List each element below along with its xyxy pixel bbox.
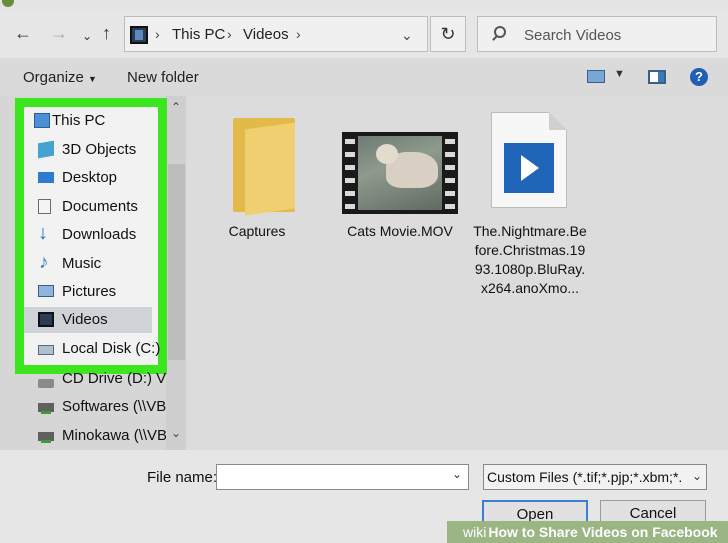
nav-item-minokawa[interactable]: Minokawa (\\VBc <box>0 423 166 449</box>
organize-label: Organize <box>23 69 84 86</box>
watermark-wiki: wiki <box>463 524 487 540</box>
nav-item-label: 3D Objects <box>62 141 137 158</box>
pictures-icon <box>38 285 54 297</box>
nav-item-label: Minokawa (\\VBc <box>62 427 166 444</box>
music-icon <box>38 252 54 274</box>
scroll-down-chevron-icon[interactable]: ⌄ <box>171 426 181 440</box>
change-view-icon[interactable] <box>587 70 605 83</box>
nav-item-label: Local Disk (C:) <box>62 340 161 357</box>
nav-item-music[interactable]: Music <box>0 251 180 277</box>
documents-icon <box>38 199 51 214</box>
search-input[interactable] <box>524 24 704 46</box>
nav-item-documents[interactable]: Documents <box>0 194 180 220</box>
nav-item-cd-drive[interactable]: CD Drive (D:) Vir <box>0 370 166 396</box>
file-type-value: Custom Files (*.tif;*.pjp;*.xbm;*. <box>487 469 683 485</box>
organize-chevron-icon: ▼ <box>88 74 97 84</box>
search-box[interactable] <box>477 16 717 52</box>
network-drive-icon <box>38 432 54 443</box>
nav-item-label: Documents <box>62 198 138 215</box>
breadcrumb-videos[interactable]: Videos <box>243 26 289 43</box>
forward-arrow-icon[interactable]: → <box>50 24 68 42</box>
recent-locations-chevron-icon[interactable]: ⌄ <box>82 27 92 45</box>
refresh-button[interactable]: ↻ <box>430 16 466 52</box>
nav-item-desktop[interactable]: Desktop <box>0 165 180 191</box>
video-thumbnail-icon[interactable] <box>342 132 458 214</box>
nav-item-pictures[interactable]: Pictures <box>0 279 180 305</box>
breadcrumb-separator-icon[interactable]: › <box>227 26 232 42</box>
breadcrumb-this-pc[interactable]: This PC <box>172 26 225 43</box>
refresh-icon: ↻ <box>440 24 456 44</box>
desktop-icon <box>38 172 54 183</box>
breadcrumb-separator-icon[interactable]: › <box>296 26 301 42</box>
file-name-field[interactable] <box>216 464 469 490</box>
title-strip <box>0 0 728 10</box>
local-disk-icon <box>38 345 54 355</box>
nav-item-label: Downloads <box>62 226 137 243</box>
movie-file-icon[interactable] <box>491 112 567 208</box>
breadcrumb-separator-icon[interactable]: › <box>155 26 160 42</box>
nav-item-label: This PC <box>52 112 106 129</box>
pc-icon <box>34 113 50 128</box>
help-icon[interactable]: ? <box>690 68 708 86</box>
nav-item-label: Music <box>62 255 102 272</box>
back-arrow-icon[interactable]: ← <box>14 24 32 42</box>
folder-icon <box>233 118 297 216</box>
play-icon <box>504 143 554 193</box>
nav-item-3d-objects[interactable]: 3D Objects <box>0 137 180 163</box>
cd-drive-icon <box>38 379 54 388</box>
file-name-chevron-icon[interactable]: ⌄ <box>452 467 462 481</box>
nav-item-local-disk[interactable]: Local Disk (C:) <box>0 336 180 362</box>
nav-item-label: Desktop <box>62 169 118 186</box>
app-icon <box>2 0 14 7</box>
address-row: ← → ⌄ ↑ › This PC › Videos › ⌄ ↻ <box>0 10 728 58</box>
organize-button[interactable]: Organize ▼ <box>23 69 97 86</box>
watermark-text: How to Share Videos on Facebook <box>488 524 718 540</box>
file-type-chevron-icon: ⌄ <box>689 469 702 483</box>
file-name: Captures <box>228 223 286 239</box>
address-bar[interactable]: › This PC › Videos › ⌄ <box>124 16 428 52</box>
file-name: Cats Movie.MOV <box>347 223 453 239</box>
videos-location-icon <box>130 26 148 44</box>
nav-item-softwares[interactable]: Softwares (\\VBc <box>0 394 166 420</box>
3d-objects-icon <box>38 140 54 159</box>
nav-item-downloads[interactable]: Downloads <box>0 222 180 248</box>
search-icon <box>494 26 506 38</box>
preview-pane-icon[interactable] <box>648 70 666 84</box>
new-folder-button[interactable]: New folder <box>127 69 199 86</box>
downloads-icon <box>38 222 52 245</box>
up-arrow-icon[interactable]: ↑ <box>102 24 111 42</box>
network-drive-icon <box>38 403 54 414</box>
file-name: The.Nightmare.Before.Christmas.1993.1080… <box>473 223 587 296</box>
file-type-select[interactable]: Custom Files (*.tif;*.pjp;*.xbm;*. ⌄ <box>483 464 707 490</box>
file-name-input[interactable] <box>221 467 441 487</box>
watermark: wiki How to Share Videos on Facebook <box>447 521 728 543</box>
nav-item-this-pc[interactable]: This PC <box>0 108 180 134</box>
address-dropdown-chevron-icon[interactable]: ⌄ <box>401 27 413 44</box>
videos-icon <box>38 312 54 327</box>
command-bar: Organize ▼ New folder ▼ ? <box>0 58 728 96</box>
view-options-chevron-icon[interactable]: ▼ <box>614 68 625 80</box>
nav-item-label: CD Drive (D:) Vir <box>62 370 166 387</box>
file-item-captures[interactable]: Captures <box>197 96 317 246</box>
nav-item-label: Videos <box>62 311 108 328</box>
nav-item-label: Pictures <box>62 283 117 300</box>
file-name-label: File name: <box>147 469 218 486</box>
nav-item-videos[interactable]: Videos <box>24 307 152 333</box>
nav-item-label: Softwares (\\VBc <box>62 398 166 415</box>
